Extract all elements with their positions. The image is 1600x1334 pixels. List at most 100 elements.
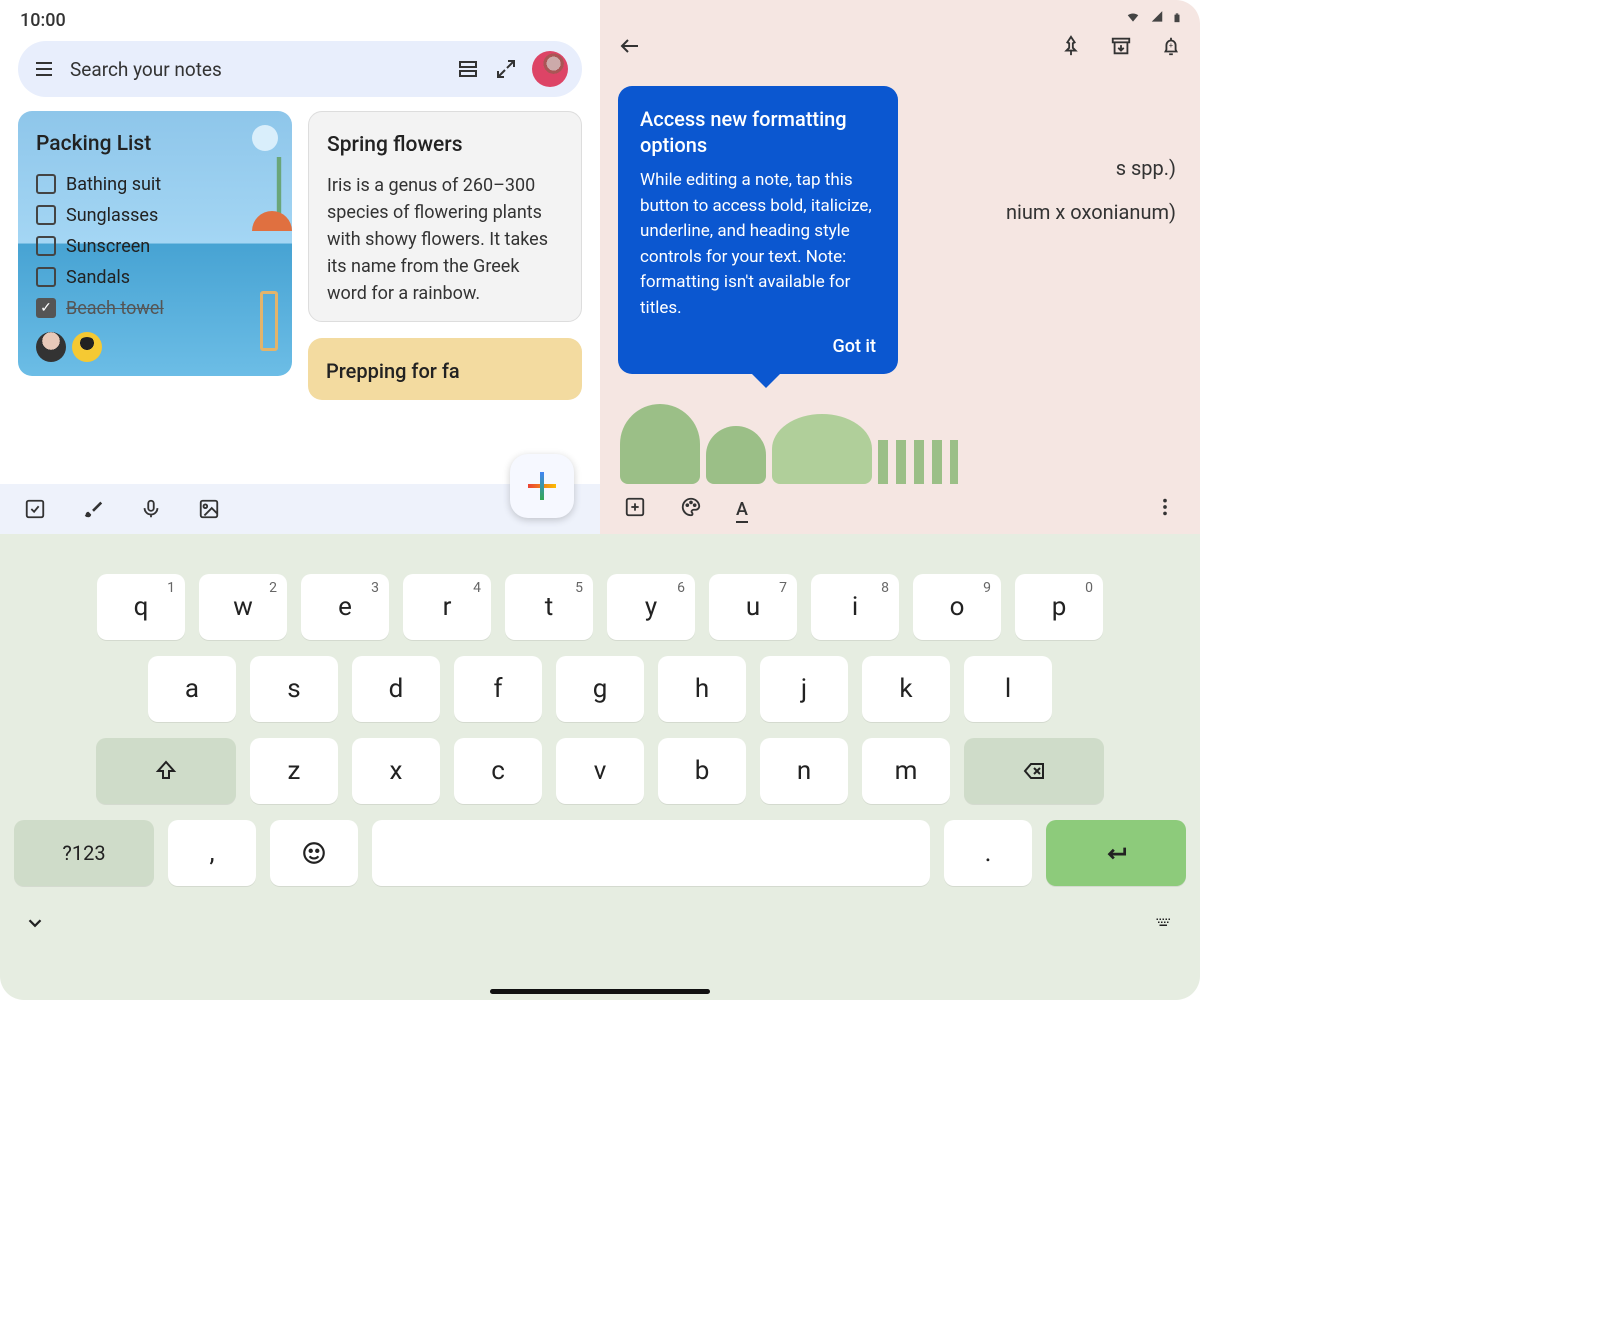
key-d[interactable]: d (352, 656, 440, 722)
collaborator-avatar[interactable] (36, 332, 66, 362)
note-editor-pane: + s spp.) nium x oxonianum) Access new f… (600, 0, 1200, 534)
checklist-label: Sunscreen (66, 233, 150, 260)
search-placeholder: Search your notes (70, 58, 442, 81)
search-bar[interactable]: Search your notes (18, 41, 582, 97)
key-s[interactable]: s (250, 656, 338, 722)
symbols-key[interactable]: ?123 (14, 820, 154, 886)
note-title: Spring flowers (327, 130, 563, 162)
key-g[interactable]: g (556, 656, 644, 722)
profile-avatar[interactable] (532, 51, 568, 87)
key-p[interactable]: p0 (1015, 574, 1103, 640)
note-body: Iris is a genus of 260–300 species of fl… (327, 172, 563, 307)
layout-toggle-icon[interactable] (456, 57, 480, 81)
key-n[interactable]: n (760, 738, 848, 804)
note-title: Packing List (36, 129, 274, 161)
collaborators (36, 332, 274, 362)
archive-icon[interactable] (1110, 35, 1132, 61)
tooltip-got-it-button[interactable]: Got it (640, 333, 876, 360)
checklist-item[interactable]: Bathing suit (36, 171, 274, 198)
key-f[interactable]: f (454, 656, 542, 722)
menu-icon[interactable] (32, 57, 56, 81)
period-key[interactable]: . (944, 820, 1032, 886)
sun-decor (252, 125, 278, 151)
status-time: 10:00 (0, 0, 600, 35)
tooltip-title: Access new formatting options (640, 106, 876, 158)
key-j[interactable]: j (760, 656, 848, 722)
key-o[interactable]: o9 (913, 574, 1001, 640)
pin-icon[interactable] (1060, 35, 1082, 61)
key-k[interactable]: k (862, 656, 950, 722)
ladder-decor (260, 291, 278, 351)
notes-list-pane: 10:00 Search your notes (0, 0, 600, 534)
key-w[interactable]: w2 (199, 574, 287, 640)
checklist-item[interactable]: Sunscreen (36, 233, 274, 260)
notes-grid: Packing List Bathing suit Sunglasses Sunsc… (0, 111, 600, 484)
checklist-label: Sandals (66, 264, 130, 291)
brush-icon[interactable] (82, 498, 104, 520)
key-b[interactable]: b (658, 738, 746, 804)
space-key[interactable] (372, 820, 930, 886)
editor-topbar: + (600, 26, 1200, 66)
editor-toolbar: A (600, 484, 1200, 534)
checklist-label: Bathing suit (66, 171, 161, 198)
wifi-icon (1124, 10, 1142, 24)
key-e[interactable]: e3 (301, 574, 389, 640)
formatting-tooltip: Access new formatting options While edit… (618, 86, 898, 374)
plus-icon (528, 472, 556, 500)
key-y[interactable]: y6 (607, 574, 695, 640)
checklist-item[interactable]: Sunglasses (36, 202, 274, 229)
expand-icon[interactable] (494, 57, 518, 81)
tooltip-body: While editing a note, tap this button to… (640, 168, 876, 321)
key-l[interactable]: l (964, 656, 1052, 722)
note-card-prepping[interactable]: Prepping for fa (308, 338, 582, 400)
key-x[interactable]: x (352, 738, 440, 804)
key-h[interactable]: h (658, 656, 746, 722)
checklist-icon[interactable] (24, 498, 46, 520)
comma-key[interactable]: , (168, 820, 256, 886)
keyboard-switch-icon[interactable] (1152, 914, 1176, 936)
garden-illustration (600, 394, 1200, 484)
note-card-packing-list[interactable]: Packing List Bathing suit Sunglasses Sunsc… (18, 111, 292, 376)
mic-icon[interactable] (140, 498, 162, 520)
key-m[interactable]: m (862, 738, 950, 804)
checkbox-icon[interactable] (36, 267, 56, 287)
more-icon[interactable] (1154, 496, 1176, 522)
svg-text:+: + (1169, 41, 1173, 50)
key-u[interactable]: u7 (709, 574, 797, 640)
shift-key[interactable] (96, 738, 236, 804)
key-r[interactable]: r4 (403, 574, 491, 640)
status-icons (600, 0, 1200, 26)
text-format-icon[interactable]: A (736, 499, 748, 520)
checklist-item[interactable]: Sandals (36, 264, 274, 291)
key-a[interactable]: a (148, 656, 236, 722)
key-c[interactable]: c (454, 738, 542, 804)
note-title: Prepping for fa (326, 356, 564, 386)
palette-icon[interactable] (680, 496, 702, 522)
nav-pill[interactable] (490, 989, 710, 994)
note-card-spring-flowers[interactable]: Spring flowers Iris is a genus of 260–30… (308, 111, 582, 322)
checklist-item[interactable]: ✓ Beach towel (36, 295, 274, 322)
checkbox-icon[interactable] (36, 205, 56, 225)
emoji-key[interactable] (270, 820, 358, 886)
keyboard-collapse-icon[interactable] (24, 912, 46, 938)
key-t[interactable]: t5 (505, 574, 593, 640)
checkbox-icon[interactable] (36, 236, 56, 256)
key-q[interactable]: q1 (97, 574, 185, 640)
battery-icon (1172, 10, 1182, 26)
checkbox-icon[interactable]: ✓ (36, 298, 56, 318)
key-v[interactable]: v (556, 738, 644, 804)
key-z[interactable]: z (250, 738, 338, 804)
key-i[interactable]: i8 (811, 574, 899, 640)
back-icon[interactable] (618, 34, 642, 62)
backspace-key[interactable] (964, 738, 1104, 804)
checkbox-icon[interactable] (36, 174, 56, 194)
reminder-icon[interactable]: + (1160, 35, 1182, 61)
new-note-fab[interactable] (510, 454, 574, 518)
enter-key[interactable] (1046, 820, 1186, 886)
collaborator-avatar[interactable] (72, 332, 102, 362)
image-icon[interactable] (198, 498, 220, 520)
checklist-label: Sunglasses (66, 202, 158, 229)
checklist-label: Beach towel (66, 295, 164, 322)
signal-icon (1148, 10, 1166, 24)
add-content-icon[interactable] (624, 496, 646, 522)
